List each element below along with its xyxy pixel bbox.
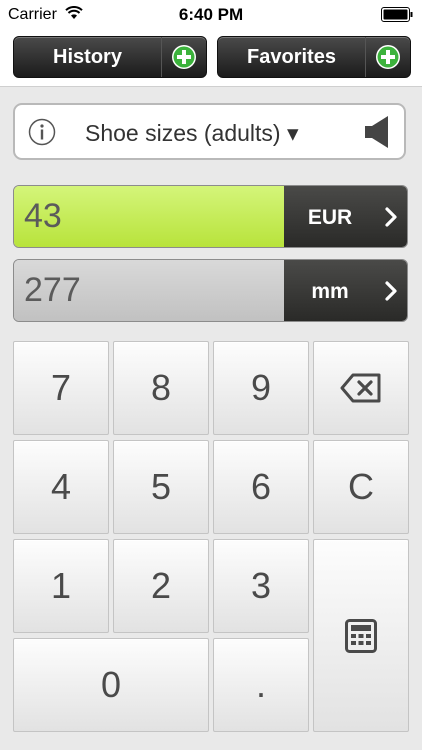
status-time: 6:40 PM — [178, 5, 244, 24]
mm-value-field[interactable]: 277 — [14, 260, 286, 321]
key-9[interactable]: 9 — [213, 341, 309, 435]
key-0[interactable]: 0 — [13, 638, 209, 732]
plus-icon — [172, 45, 196, 69]
mm-unit-button[interactable]: mm — [284, 260, 407, 321]
add-favorite-button[interactable] — [365, 37, 410, 77]
top-toolbar: History Favorites — [0, 30, 422, 87]
chevron-right-icon — [385, 207, 397, 227]
eur-row: 43 EUR — [13, 185, 408, 248]
key-3[interactable]: 3 — [213, 539, 309, 633]
key-8[interactable]: 8 — [113, 341, 209, 435]
key-4[interactable]: 4 — [13, 440, 109, 534]
battery-icon — [381, 7, 413, 22]
key-5[interactable]: 5 — [113, 440, 209, 534]
eur-unit-label: EUR — [307, 206, 353, 229]
category-label[interactable]: Shoe sizes (adults) ▾ — [85, 120, 299, 147]
category-selector[interactable]: Shoe sizes (adults) ▾ — [13, 103, 406, 160]
status-bar: Carrier 6:40 PM — [0, 0, 422, 30]
key-2[interactable]: 2 — [113, 539, 209, 633]
eur-value-field[interactable]: 43 — [14, 186, 286, 247]
chevron-right-icon — [385, 281, 397, 301]
mm-unit-label: mm — [311, 280, 349, 303]
favorites-label: Favorites — [247, 45, 336, 68]
add-history-button[interactable] — [161, 37, 206, 77]
calculator-icon — [345, 618, 377, 653]
mm-row: 277 mm — [13, 259, 408, 322]
backspace-key[interactable] — [313, 341, 409, 435]
decimal-key[interactable]: . — [213, 638, 309, 732]
eur-unit-button[interactable]: EUR — [284, 186, 407, 247]
info-icon[interactable] — [28, 118, 56, 146]
plus-icon — [376, 45, 400, 69]
converter-screen: Carrier 6:40 PM History Favorites Shoe s… — [0, 0, 422, 750]
history-button[interactable]: History — [13, 36, 207, 78]
calculator-key[interactable] — [313, 539, 409, 732]
key-1[interactable]: 1 — [13, 539, 109, 633]
history-label: History — [53, 45, 122, 68]
backspace-icon — [340, 373, 381, 403]
key-7[interactable]: 7 — [13, 341, 109, 435]
clear-key[interactable]: C — [313, 440, 409, 534]
key-6[interactable]: 6 — [213, 440, 309, 534]
favorites-button[interactable]: Favorites — [217, 36, 411, 78]
speaker-icon[interactable] — [364, 115, 390, 149]
